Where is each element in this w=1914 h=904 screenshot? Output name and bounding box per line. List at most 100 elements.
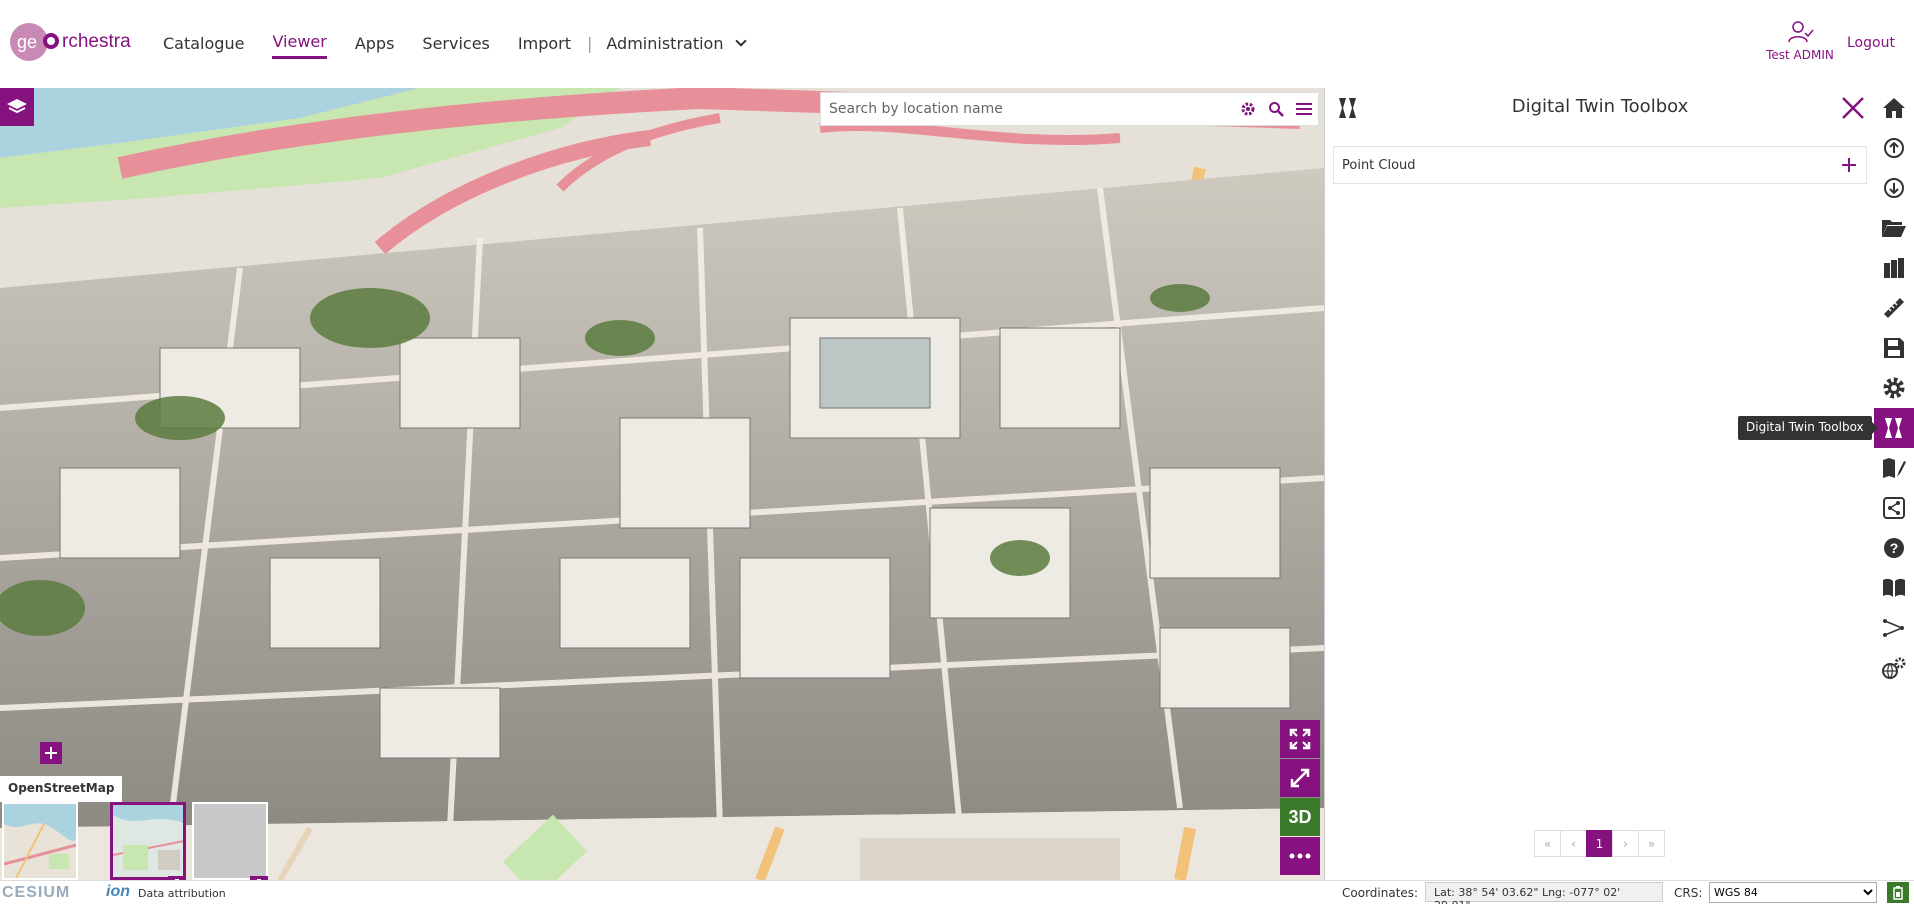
footer-tool-button[interactable] (1887, 882, 1909, 903)
folder-open-icon (1882, 220, 1906, 237)
map-catalog-icon (1884, 258, 1904, 278)
map-thumbnail-image (113, 805, 183, 877)
gear-icon (1241, 102, 1255, 116)
nav-administration-label: Administration (606, 33, 724, 53)
user-icon (1788, 21, 1814, 43)
top-header: ge rchestra Catalogue Viewer Apps Servic… (0, 0, 1914, 88)
main-nav: Catalogue Viewer Apps Services Import | … (163, 32, 748, 59)
burger-menu-button[interactable] (1290, 93, 1318, 125)
advanced-settings-button[interactable] (1874, 648, 1914, 688)
search-button[interactable] (1262, 93, 1290, 125)
layers-icon (7, 99, 27, 114)
point-cloud-section[interactable]: Point Cloud (1333, 146, 1867, 184)
plus-icon (45, 747, 57, 759)
save-button[interactable] (1874, 328, 1914, 368)
digital-twin-panel: Digital Twin Toolbox Point Cloud « ‹ 1 ›… (1324, 88, 1874, 880)
map-edit-icon (1883, 458, 1906, 478)
upload-button[interactable] (1874, 128, 1914, 168)
share-icon (1883, 497, 1905, 519)
page-last-button[interactable]: » (1638, 830, 1665, 857)
more-tools-button[interactable] (1280, 837, 1320, 875)
logo-o-ring (43, 33, 59, 49)
add-point-cloud-icon[interactable] (1840, 156, 1858, 174)
nav-separator: | (587, 33, 593, 53)
search-input[interactable] (821, 93, 1234, 125)
ion-logo[interactable]: ion (106, 883, 130, 901)
zoom-to-max-extent-button[interactable] (1280, 759, 1320, 797)
toggle-3d-label: 3D (1288, 806, 1312, 827)
map-catalog-button[interactable] (1874, 248, 1914, 288)
search-bar (820, 92, 1319, 126)
chevron-down-icon (735, 34, 748, 47)
coordinates-value: Lat: 38° 54' 03.62" Lng: -077° 02' 29.01… (1425, 882, 1663, 904)
background-thumb-osm[interactable] (2, 802, 78, 880)
background-label: OpenStreetMap (0, 776, 123, 802)
page-next-button[interactable]: › (1612, 830, 1639, 857)
cesium-logo[interactable]: CESIUM (2, 884, 70, 902)
vector-icon (1883, 619, 1904, 637)
logout-link[interactable]: Logout (1847, 35, 1895, 51)
crs-label: CRS: (1674, 886, 1703, 900)
panel-title: Digital Twin Toolbox (1511, 96, 1689, 117)
crs-select[interactable]: WGS 84 (1709, 882, 1877, 903)
expand-icon (1289, 728, 1311, 750)
logo-ge-text: ge (17, 32, 38, 52)
open-button[interactable] (1874, 208, 1914, 248)
pagination: « ‹ 1 › » (1534, 830, 1665, 857)
sidebar-tooltip: Digital Twin Toolbox (1738, 416, 1878, 440)
point-cloud-label: Point Cloud (1342, 157, 1416, 173)
map-3d-view[interactable]: 3D OpenStreetMap (0, 88, 1324, 880)
user-name: Test ADMIN (1766, 48, 1834, 62)
ruler-icon (1884, 298, 1904, 318)
search-icon (1269, 102, 1284, 117)
nav-administration[interactable]: Administration (606, 33, 748, 58)
add-background-button[interactable] (40, 742, 62, 764)
battery-icon (1893, 885, 1903, 900)
fullscreen-button[interactable] (1280, 720, 1320, 758)
close-icon[interactable] (1840, 95, 1866, 121)
home-icon (1883, 98, 1905, 118)
page-prev-button[interactable]: ‹ (1560, 830, 1587, 857)
background-thumb-selected[interactable] (110, 802, 186, 880)
upload-icon (1884, 138, 1904, 158)
toggle-3d-button[interactable]: 3D (1280, 798, 1320, 836)
save-icon (1884, 338, 1904, 358)
layers-button[interactable] (0, 88, 34, 126)
nav-catalogue[interactable]: Catalogue (163, 34, 244, 58)
status-bar: CESIUM ion Data attribution Coordinates:… (0, 880, 1914, 904)
book-icon (1883, 578, 1905, 597)
background-thumb-empty[interactable] (192, 802, 268, 880)
settings-button[interactable] (1874, 368, 1914, 408)
page-first-button[interactable]: « (1534, 830, 1561, 857)
digital-twin-icon (1885, 418, 1902, 438)
home-button[interactable] (1874, 88, 1914, 128)
hamburger-icon (1296, 103, 1312, 115)
map-edit-button[interactable] (1874, 448, 1914, 488)
data-attribution-link[interactable]: Data attribution (138, 887, 226, 900)
share-button[interactable] (1874, 488, 1914, 528)
coordinates-label: Coordinates: (1342, 886, 1419, 900)
georchestra-logo[interactable]: ge rchestra (10, 22, 131, 62)
search-options-button[interactable] (1234, 93, 1262, 125)
download-icon (1884, 178, 1904, 198)
svg-text:?: ? (1890, 540, 1899, 556)
nav-viewer[interactable]: Viewer (272, 32, 327, 59)
logo-text: rchestra (62, 31, 131, 52)
vector-tool-button[interactable] (1874, 608, 1914, 648)
city-point-cloud-image (0, 88, 1324, 880)
ellipsis-icon (1289, 853, 1311, 859)
measure-button[interactable] (1874, 288, 1914, 328)
right-toolbar: ? (1874, 88, 1914, 880)
nav-services[interactable]: Services (422, 34, 489, 58)
manual-button[interactable] (1874, 568, 1914, 608)
background-selector: OpenStreetMap (0, 776, 272, 880)
arrows-diagonal-icon (1290, 768, 1310, 788)
nav-import[interactable]: Import (518, 34, 571, 58)
help-button[interactable]: ? (1874, 528, 1914, 568)
page-current-button[interactable]: 1 (1586, 830, 1613, 857)
user-menu[interactable]: Test ADMIN (1762, 20, 1838, 62)
digital-twin-toolbox-button[interactable] (1874, 408, 1914, 448)
help-icon: ? (1884, 538, 1904, 558)
download-button[interactable] (1874, 168, 1914, 208)
nav-apps[interactable]: Apps (355, 34, 395, 58)
